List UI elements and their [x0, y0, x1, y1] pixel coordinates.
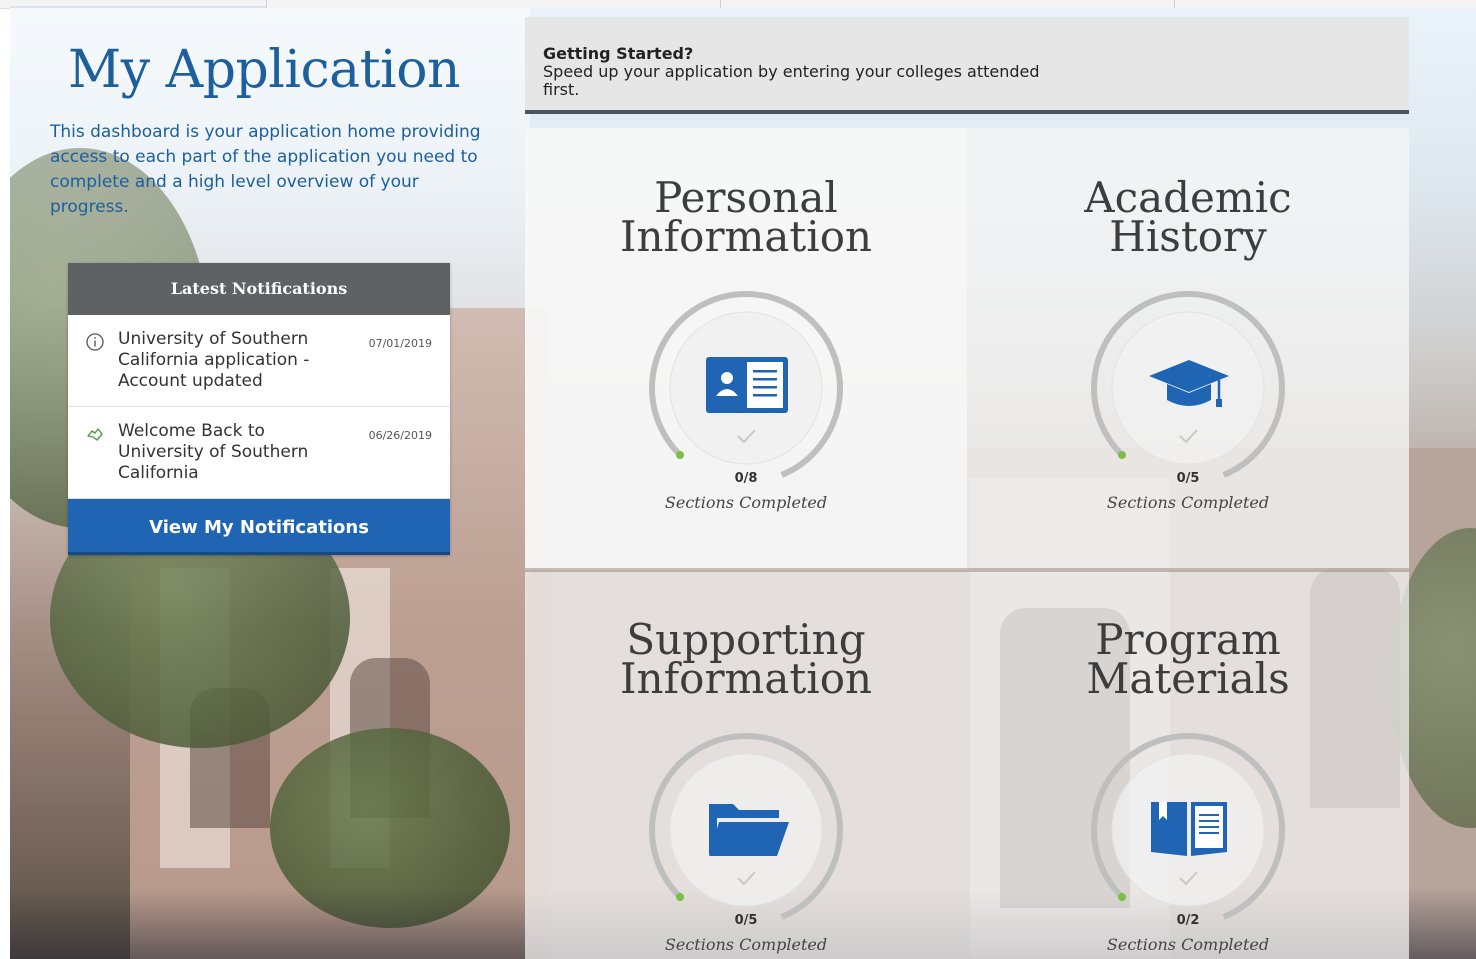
tile-title: Supporting Information — [525, 619, 967, 700]
page-title: My Application — [68, 40, 461, 100]
sections-completed-label: Sections Completed — [1106, 493, 1270, 512]
notification-message: Welcome Back to University of Southern C… — [118, 421, 309, 483]
page-intro: This dashboard is your application home … — [50, 122, 481, 217]
tab-divider — [720, 0, 721, 8]
folder-icon — [709, 804, 789, 856]
view-my-notifications-button[interactable]: View My Notifications — [68, 499, 450, 555]
tile-personal-information[interactable]: Personal Information 0/8 Sections Comple… — [525, 128, 967, 570]
tile-title-line: Information — [619, 654, 873, 703]
graduation-cap-icon — [1149, 360, 1229, 407]
handshake-icon — [87, 428, 103, 441]
id-card-icon — [706, 357, 788, 413]
tile-supporting-information[interactable]: Supporting Information 0/5 Sections Comp… — [525, 570, 967, 959]
getting-started-title: Getting Started? — [543, 44, 694, 63]
notification-item[interactable]: University of Southern California applic… — [68, 315, 450, 407]
tile-title-line: History — [1109, 212, 1267, 261]
tile-title: Academic History — [967, 177, 1409, 258]
notification-date: 06/26/2019 — [368, 429, 432, 442]
getting-started-body: Speed up your application by entering yo… — [543, 62, 1040, 99]
info-icon — [86, 333, 104, 351]
notification-date: 07/01/2019 — [368, 337, 432, 350]
sections-completed-label: Sections Completed — [664, 493, 828, 512]
tab-divider — [266, 0, 267, 8]
sections-completed-count: 0/8 — [734, 471, 758, 486]
notifications-panel: Latest Notifications University of South… — [68, 263, 450, 555]
tile-title-line: Materials — [1086, 654, 1290, 703]
sections-completed-count: 0/5 — [734, 913, 758, 928]
tile-academic-history[interactable]: Academic History 0/5 Sections Completed — [967, 128, 1409, 570]
book-icon — [1151, 802, 1227, 856]
notifications-header: Latest Notifications — [68, 263, 450, 315]
sections-completed-count: 0/2 — [1176, 913, 1200, 928]
tile-title-line: Information — [619, 212, 873, 261]
tile-title: Program Materials — [967, 619, 1409, 700]
sections-completed-label: Sections Completed — [1106, 935, 1270, 954]
application-sections-grid: Personal Information 0/8 Sections Comple… — [525, 128, 1409, 959]
tile-row-divider — [525, 568, 1409, 572]
sections-completed-count: 0/5 — [1176, 471, 1200, 486]
notification-message: University of Southern California applic… — [118, 329, 310, 391]
notification-item[interactable]: Welcome Back to University of Southern C… — [68, 407, 450, 499]
tile-title: Personal Information — [525, 177, 967, 258]
getting-started-banner[interactable]: Getting Started? Speed up your applicati… — [525, 17, 1409, 114]
tile-program-materials[interactable]: Program Materials 0/2 Sections Completed — [967, 570, 1409, 959]
tab-divider — [1174, 0, 1175, 8]
sections-completed-label: Sections Completed — [664, 935, 828, 954]
